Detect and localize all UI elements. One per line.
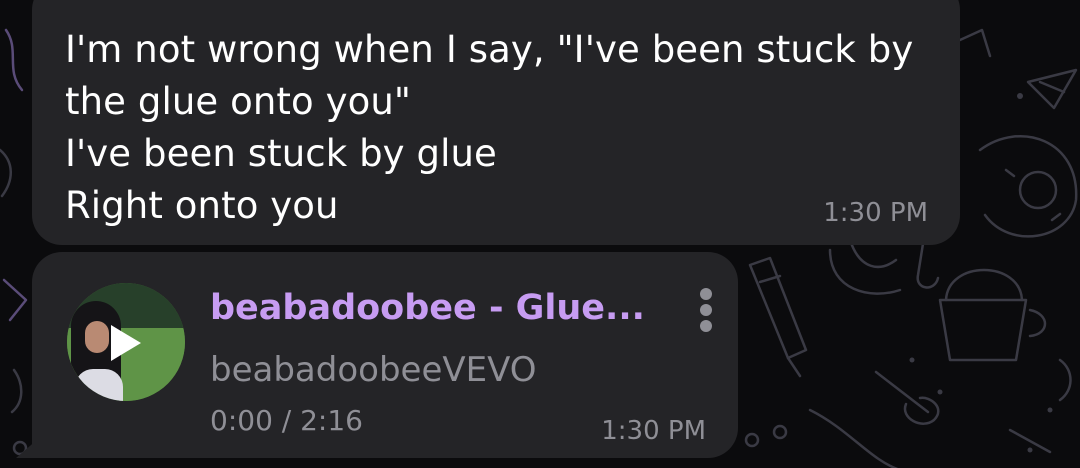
message-text: I'm not wrong when I say, "I've been stu… — [65, 24, 913, 232]
menu-dot — [700, 320, 712, 332]
menu-dot — [700, 288, 712, 300]
message-line: I've been stuck by glue — [65, 132, 497, 175]
message-line: the glue onto you" — [65, 80, 412, 123]
cover-person-shirt — [75, 369, 123, 401]
message-timestamp: 1:30 PM — [601, 416, 706, 446]
track-progress: 0:00 / 2:16 — [210, 404, 363, 437]
message-timestamp: 1:30 PM — [823, 198, 928, 228]
message-line: Right onto you — [65, 184, 339, 227]
menu-dot — [700, 304, 712, 316]
play-icon[interactable] — [111, 325, 141, 361]
audio-message-bubble[interactable]: beabadoobee - Glue... beabadoobeeVEVO 0:… — [32, 252, 738, 458]
track-artist: beabadoobeeVEVO — [210, 350, 537, 390]
cover-person-face — [85, 321, 109, 353]
album-cover-button[interactable] — [67, 283, 185, 401]
message-line: I'm not wrong when I say, "I've been stu… — [65, 28, 914, 71]
track-title: beabadoobee - Glue... — [210, 288, 645, 328]
chat-view: I'm not wrong when I say, "I've been stu… — [0, 0, 1080, 468]
text-message-bubble[interactable]: I'm not wrong when I say, "I've been stu… — [32, 0, 960, 245]
more-vertical-icon[interactable] — [694, 288, 718, 332]
